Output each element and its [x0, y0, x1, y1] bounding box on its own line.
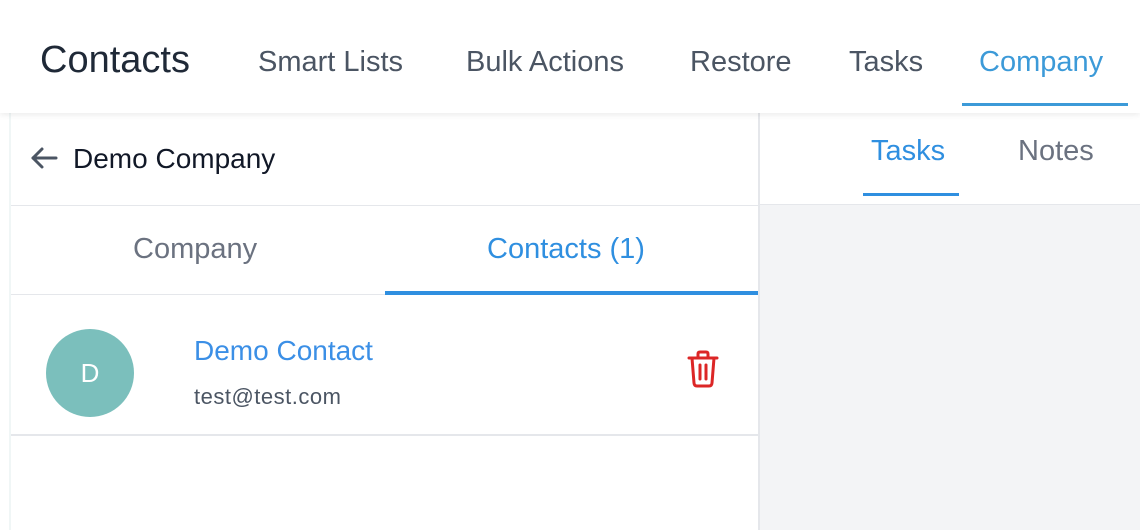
contact-email: test@test.com: [194, 384, 342, 409]
avatar-initial: D: [80, 357, 100, 388]
nav-tab-smart-lists[interactable]: Smart Lists: [258, 44, 403, 80]
activity-tabs: Tasks Notes: [760, 113, 1140, 205]
tab-contacts[interactable]: Contacts (1): [487, 231, 645, 267]
active-side-tab-indicator: [863, 193, 959, 196]
activity-panel: Tasks Notes: [758, 113, 1140, 530]
contact-name-link[interactable]: Demo Contact: [194, 333, 373, 369]
nav-tab-company[interactable]: Company: [979, 44, 1103, 80]
delete-contact-button[interactable]: [683, 349, 723, 389]
page-title: Contacts: [40, 39, 190, 81]
nav-tab-bulk-actions[interactable]: Bulk Actions: [466, 44, 624, 80]
avatar: D: [46, 329, 134, 417]
company-name: Demo Company: [73, 143, 276, 174]
tab-tasks[interactable]: Tasks: [871, 133, 945, 169]
nav-tab-tasks[interactable]: Tasks: [849, 44, 923, 80]
tab-company[interactable]: Company: [133, 231, 257, 267]
list-item[interactable]: D Demo Contact test@test.com: [11, 295, 759, 436]
company-detail-panel: Demo Company Company Contacts (1) D Demo…: [9, 113, 759, 530]
arrow-left-icon[interactable]: [29, 143, 59, 173]
company-header: Demo Company: [11, 113, 759, 206]
contacts-app: Contacts Smart Lists Bulk Actions Restor…: [0, 0, 1140, 530]
company-tabs: Company Contacts (1): [11, 206, 759, 295]
tab-notes[interactable]: Notes: [1018, 133, 1094, 169]
trash-icon: [687, 350, 719, 388]
active-nav-indicator: [962, 103, 1128, 106]
top-navigation: Contacts Smart Lists Bulk Actions Restor…: [0, 0, 1140, 113]
nav-tab-restore[interactable]: Restore: [690, 44, 792, 80]
